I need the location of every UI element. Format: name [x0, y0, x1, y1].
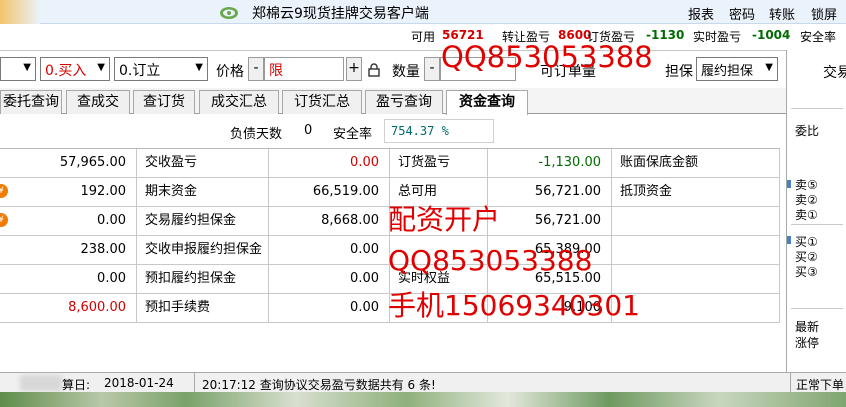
bid-3-label: 买③ [795, 265, 818, 279]
debt-days-label: 负债天数 [230, 127, 283, 142]
menu-lock[interactable]: 锁屏 [811, 4, 837, 23]
divider [194, 373, 195, 393]
watermark-line1: 配资开户 [388, 203, 501, 236]
grid-label: 订货盈亏 [390, 149, 488, 178]
tab-trade-query[interactable]: 查成交 [66, 90, 130, 114]
grid-value: 0.00 [0, 207, 137, 236]
chevron-down-icon: ▼ [765, 62, 773, 73]
status-bar: 算日: 2018-01-24 20:17:12 查询协议交易盈亏数据共有 6 条… [0, 372, 846, 393]
tab-booking-summary[interactable]: 订货汇总 [282, 90, 362, 114]
price-label: 价格 [216, 64, 244, 80]
grid-label: 抵顶资金 [612, 178, 780, 207]
price-decrement-button[interactable]: - [248, 57, 264, 81]
grid-value: -1,130.00 [488, 149, 612, 178]
order-entry-row: ▼ 0.买入 ▼ 0.订立 ▼ 价格 - 限 + 数量 - 可订单量 担保 履约担保… [0, 50, 786, 88]
grid-value: 0.00 [269, 265, 390, 294]
quantity-decrement-button[interactable]: - [424, 57, 440, 81]
chevron-down-icon: ▼ [195, 62, 203, 73]
grid-label [612, 207, 780, 236]
grid-label: 交易履约担保金 [137, 207, 269, 236]
grid-label [612, 236, 780, 265]
settle-date-value: 2018-01-24 [104, 376, 174, 390]
grid-value: 66,519.00 [269, 178, 390, 207]
grid-label: 账面保底金额 [612, 149, 780, 178]
scroll-indicator-icon [787, 180, 791, 188]
commodity-select[interactable]: ▼ [0, 57, 36, 81]
weibi-label: 委比 [795, 124, 820, 138]
safety-rate-value: 754.37 % [384, 119, 494, 143]
direction-select[interactable]: 0.买入 ▼ [40, 57, 110, 81]
menu-report[interactable]: 报表 [688, 4, 714, 23]
grid-label: 交收盈亏 [137, 149, 269, 178]
limit-up-label: 涨停 [795, 336, 820, 350]
grid-label: 交收申报履约担保金 [137, 236, 269, 265]
safety-rate-label: 安全率 [800, 30, 837, 44]
available-label: 可用 [411, 30, 436, 44]
price-increment-button[interactable]: + [346, 57, 362, 81]
quote-panel: 交易 委比 卖⑤ 卖② 卖① 买① 买② 买③ 最新 涨停 [786, 50, 846, 372]
guarantee-label: 担保 [665, 64, 693, 80]
debt-days-value: 0 [304, 123, 313, 138]
menu-transfer[interactable]: 转账 [769, 4, 795, 23]
grid-value: 0.00 [269, 236, 390, 265]
grid-label: 预扣手续费 [137, 294, 269, 323]
tab-booking-query[interactable]: 查订货 [133, 90, 195, 114]
grid-value: 8,668.00 [269, 207, 390, 236]
guarantee-value: 履约担保 [701, 64, 754, 79]
ask-1-label: 卖① [795, 208, 818, 222]
tab-trade-summary[interactable]: 成交汇总 [199, 90, 279, 114]
direction-value: 0.买入 [45, 63, 87, 79]
divider [790, 373, 791, 393]
cloud-logo-icon [220, 7, 238, 19]
realtime-pl-label: 实时盈亏 [693, 30, 742, 44]
title-bar: 郑棉云9现货挂牌交易客户端 报表 密码 转账 锁屏 [0, 0, 846, 24]
chevron-down-icon: ▼ [97, 62, 105, 73]
price-input[interactable]: 限 [264, 57, 344, 81]
grid-value: 0.00 [269, 149, 390, 178]
title-bar-left-fade [0, 0, 40, 24]
menu-password[interactable]: 密码 [729, 4, 755, 23]
chevron-down-icon: ▼ [23, 62, 31, 73]
grid-value: 56,721.00 [488, 178, 612, 207]
watermark-line3: 手机15069340301 [388, 289, 640, 322]
scroll-indicator-icon [787, 236, 791, 244]
divider [791, 108, 843, 109]
grid-value: 0.00 [269, 294, 390, 323]
watermark-line2: QQ853053388 [388, 244, 593, 277]
grid-value: 56,721.00 [488, 207, 612, 236]
divider [791, 224, 843, 225]
quote-panel-title: 交易 [823, 65, 846, 81]
grid-value: 8,600.00 [0, 294, 137, 323]
account-status-row: 可用 56721 转让盈亏 8600 订货盈亏 -1130 实时盈亏 -1004… [0, 24, 846, 46]
window-title: 郑棉云9现货挂牌交易客户端 [252, 6, 429, 22]
grid-label: 预扣履约担保金 [137, 265, 269, 294]
settle-date-label: 算日: [62, 378, 91, 392]
grid-value: 238.00 [0, 236, 137, 265]
tab-funds-query[interactable]: 资金查询 [446, 90, 528, 115]
grid-label: 期末资金 [137, 178, 269, 207]
funds-info-row: 负债天数 0 安全率 754.37 % [0, 116, 786, 148]
watermark-qq-top: QQ853053388 [441, 40, 653, 74]
tab-pl-query[interactable]: 盈亏查询 [365, 90, 443, 114]
desktop-background-strip [0, 392, 846, 407]
blurred-region [20, 375, 62, 391]
query-tabs: 委托查询 查成交 查订货 成交汇总 订货汇总 盈亏查询 资金查询 [0, 88, 786, 115]
lock-icon[interactable] [368, 63, 380, 77]
quantity-label: 数量 [392, 64, 420, 80]
order-status: 正常下单 [796, 378, 845, 392]
grid-value: 57,965.00 [0, 149, 137, 178]
realtime-pl-value: -1004 [752, 28, 791, 42]
grid-value: 0.00 [0, 265, 137, 294]
divider [791, 308, 843, 309]
tab-order-query[interactable]: 委托查询 [0, 90, 62, 114]
grid-value: 192.00 [0, 178, 137, 207]
latest-price-label: 最新 [795, 320, 820, 334]
safety-rate-info-label: 安全率 [333, 127, 373, 142]
status-message: 20:17:12 查询协议交易盈亏数据共有 6 条! [202, 378, 436, 392]
action-select[interactable]: 0.订立 ▼ [114, 57, 208, 81]
guarantee-select[interactable]: 履约担保 ▼ [696, 57, 778, 81]
action-value: 0.订立 [119, 63, 161, 79]
